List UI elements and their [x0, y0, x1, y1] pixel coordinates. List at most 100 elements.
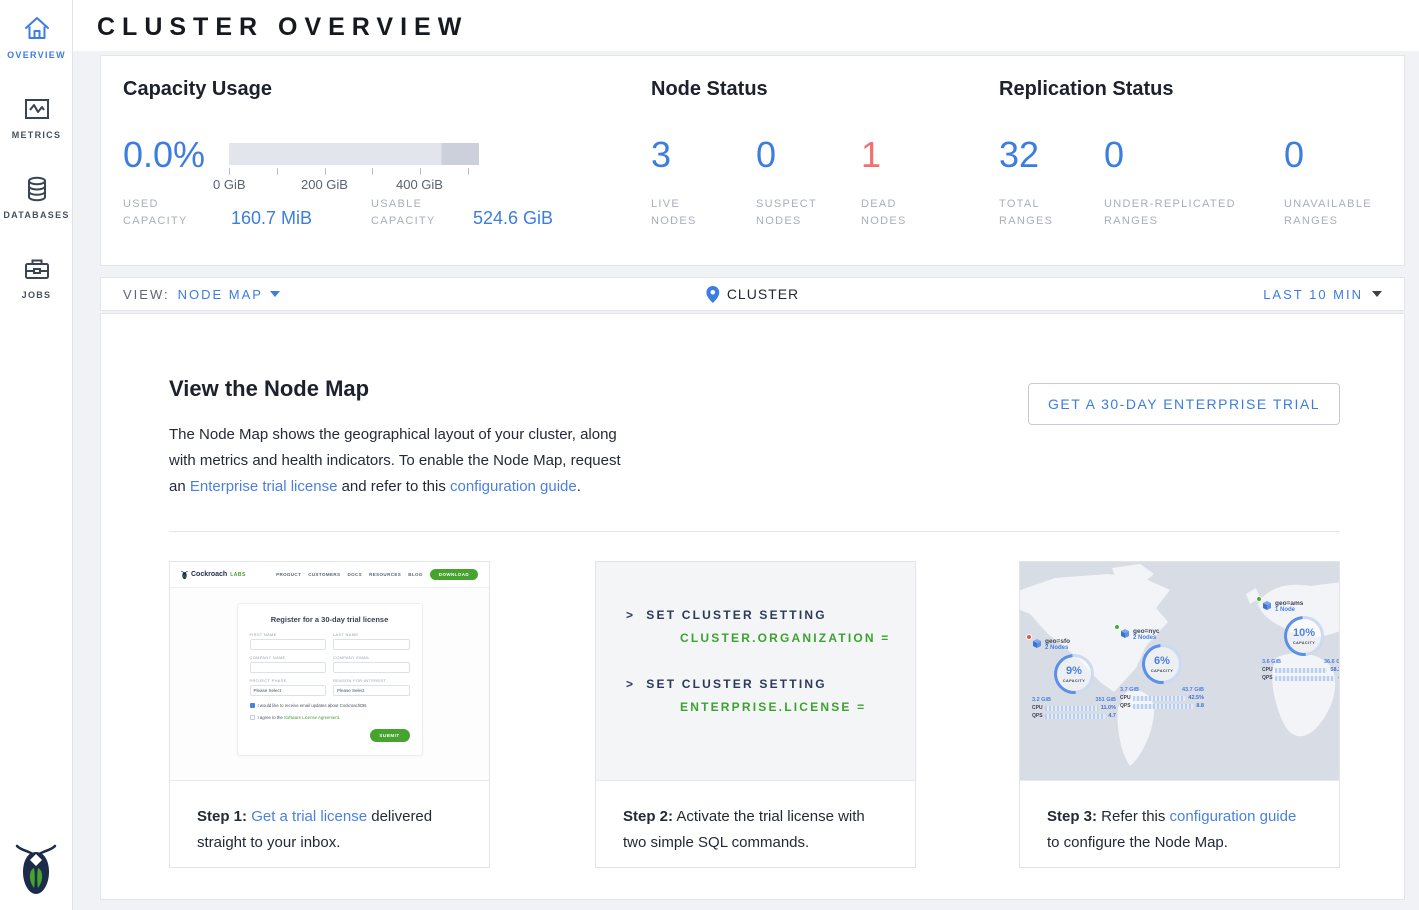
project-phase-select[interactable]: Please Select — [250, 685, 327, 696]
description-text: and refer to this — [337, 478, 450, 495]
node-cube-icon — [1030, 638, 1042, 649]
chevron-down-icon — [270, 291, 280, 297]
configuration-guide-link[interactable]: configuration guide — [1170, 808, 1297, 825]
capacity-range: 3.2 GiB351 GiB — [1032, 697, 1116, 703]
axis-tick — [420, 168, 421, 175]
company-email-input[interactable] — [333, 662, 410, 673]
axis-tick-label: 200 GiB — [301, 177, 348, 192]
locality-node-count: 2 Nodes — [1133, 635, 1160, 641]
axis-tick-label: 400 GiB — [396, 177, 443, 192]
sidebar-item-label: METRICS — [0, 130, 73, 140]
cluster-summary-card: Capacity Usage 0.0% 0 GiB 200 GiB 400 Gi… — [100, 55, 1405, 266]
node-map-description: The Node Map shows the geographical layo… — [169, 422, 639, 500]
configuration-guide-link[interactable]: configuration guide — [450, 478, 577, 495]
cpu-row: CPU58.3% — [1262, 667, 1339, 673]
node-map-title: View the Node Map — [169, 376, 369, 402]
sidebar-item-label: DATABASES — [0, 210, 73, 220]
mini-site-nav: PRODUCT CUSTOMERS DOCS RESOURCES BLOG DO… — [276, 569, 478, 580]
location-pin-icon — [706, 286, 719, 303]
trial-registration-form: Register for a 30-day trial license FIRS… — [237, 603, 423, 756]
reason-select[interactable]: Please Select — [333, 685, 410, 696]
capacity-donut: 6% CAPACITY — [1142, 644, 1182, 684]
software-license-link[interactable]: Software License Agreement. — [284, 715, 340, 720]
description-text: . — [577, 478, 581, 495]
mini-cockroach-logo: Cockroach LABS — [181, 570, 246, 580]
sidebar-item-label: JOBS — [0, 290, 73, 300]
capacity-percent: 0.0% — [123, 134, 205, 176]
suspect-nodes-count: 0 — [756, 134, 776, 176]
last-name-input[interactable] — [333, 639, 410, 650]
mini-nav-product[interactable]: PRODUCT — [276, 572, 301, 577]
capacity-label: CAPACITY — [1057, 679, 1091, 683]
dead-nodes-label: DEADNODES — [861, 196, 907, 230]
locality-ams[interactable]: geo=ams 1 Node 10% CAPACITY 3.6 GiB36.6 … — [1260, 600, 1339, 683]
status-dot-green — [1256, 596, 1262, 602]
sidebar-item-jobs[interactable]: JOBS — [0, 254, 73, 300]
usable-capacity-value: 524.6 GiB — [473, 208, 553, 229]
first-name-input[interactable] — [250, 639, 327, 650]
capacity-label: CAPACITY — [1287, 641, 1321, 645]
step-2-card: > SET CLUSTER SETTING CLUSTER.ORGANIZATI… — [595, 561, 916, 868]
step-number: Step 2: — [623, 808, 673, 825]
checkbox-label: I would like to receive email updates ab… — [258, 703, 368, 708]
view-label: VIEW: — [123, 287, 170, 302]
status-dot-green — [1114, 624, 1120, 630]
locality-sfo[interactable]: geo=sfo 2 Nodes 9% CAPACITY 3.2 GiB351 G… — [1030, 638, 1118, 721]
under-replicated-label: UNDER-REPLICATEDRANGES — [1104, 196, 1236, 230]
mini-download-button[interactable]: DOWNLOAD — [430, 569, 478, 580]
cockroach-logo — [15, 842, 57, 896]
qps-sparkline — [1275, 676, 1335, 681]
databases-icon — [22, 174, 52, 204]
chevron-down-icon — [1372, 291, 1382, 297]
mini-nav-customers[interactable]: CUSTOMERS — [308, 572, 340, 577]
submit-button[interactable]: SUBMIT — [370, 729, 410, 742]
metrics-icon — [22, 94, 52, 124]
company-name-input[interactable] — [250, 662, 327, 673]
qps-row: QPS8.8 — [1120, 703, 1204, 709]
sql-command: > SET CLUSTER SETTING — [626, 677, 915, 691]
under-replicated-count: 0 — [1104, 134, 1124, 176]
sql-command: > SET CLUSTER SETTING — [626, 608, 915, 622]
time-range-dropdown[interactable]: LAST 10 MIN — [1263, 287, 1382, 302]
mini-logo-text: Cockroach — [191, 571, 227, 578]
sidebar-item-metrics[interactable]: METRICS — [0, 94, 73, 140]
mini-logo-suffix: LABS — [230, 572, 246, 578]
unavailable-count: 0 — [1284, 134, 1304, 176]
cpu-sparkline — [1045, 706, 1098, 711]
field-label: FIRST NAME — [250, 632, 327, 637]
sidebar-item-overview[interactable]: OVERVIEW — [0, 14, 73, 60]
step-2-caption: Step 2: Activate the trial license with … — [596, 781, 915, 879]
view-dropdown[interactable]: NODE MAP — [178, 287, 280, 302]
sidebar-item-databases[interactable]: DATABASES — [0, 174, 73, 220]
enterprise-trial-button[interactable]: GET A 30-DAY ENTERPRISE TRIAL — [1028, 383, 1340, 425]
caption-text: to configure the Node Map. — [1047, 834, 1228, 851]
get-trial-license-link[interactable]: Get a trial license — [251, 808, 367, 825]
capacity-range: 3.6 GiB36.6 GiB — [1262, 659, 1339, 665]
axis-tick-label: 0 GiB — [213, 177, 246, 192]
status-dot-red — [1026, 634, 1032, 640]
capacity-percent: 10% — [1287, 627, 1321, 639]
email-updates-checkbox[interactable] — [250, 703, 255, 708]
license-agreement-checkbox[interactable] — [250, 715, 255, 720]
used-capacity-label: USEDCAPACITY — [123, 196, 188, 230]
qps-sparkline — [1045, 714, 1105, 719]
axis-tick — [229, 168, 230, 175]
enterprise-trial-license-link[interactable]: Enterprise trial license — [190, 478, 338, 495]
sql-argument: CLUSTER.ORGANIZATION = — [680, 631, 915, 645]
step-1-caption: Step 1: Get a trial license delivered st… — [170, 781, 489, 879]
usable-capacity-label: USABLECAPACITY — [371, 196, 436, 230]
mini-nav-docs[interactable]: DOCS — [347, 572, 362, 577]
cluster-overview-page: OVERVIEW METRICS DATABASES — [0, 0, 1419, 910]
field-label: PROJECT PHASE — [250, 678, 327, 683]
qps-sparkline — [1133, 704, 1193, 709]
cpu-sparkline — [1133, 696, 1185, 701]
world-map: geo=sfo 2 Nodes 9% CAPACITY 3.2 GiB351 G… — [1020, 562, 1339, 780]
mini-nav-blog[interactable]: BLOG — [408, 572, 423, 577]
locality-name: geo=nyc — [1133, 628, 1160, 635]
locality-nyc[interactable]: geo=nyc 2 Nodes 6% CAPACITY 3.7 GiB43.7 … — [1118, 628, 1206, 711]
mini-nav-resources[interactable]: RESOURCES — [369, 572, 401, 577]
axis-tick — [325, 168, 326, 175]
jobs-icon — [22, 254, 52, 284]
locality-node-count: 2 Nodes — [1045, 645, 1070, 651]
form-title: Register for a 30-day trial license — [250, 615, 410, 624]
